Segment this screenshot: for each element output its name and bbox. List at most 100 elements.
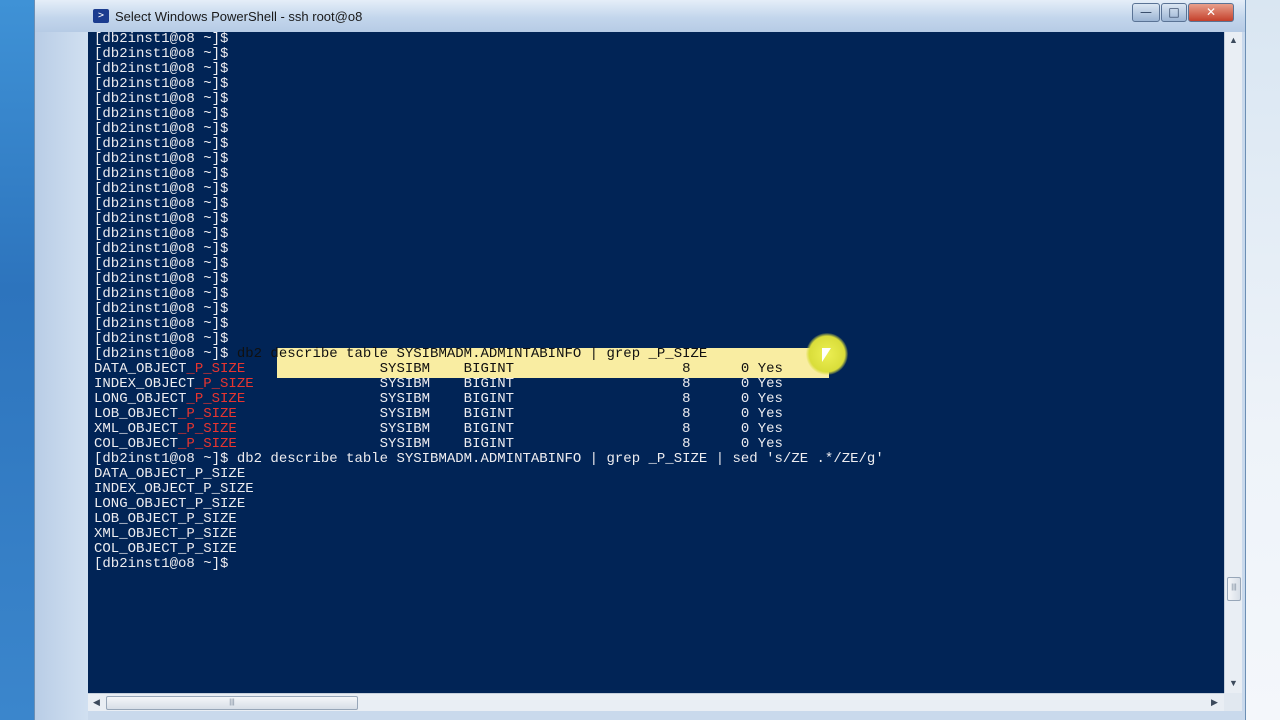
terminal-line: [db2inst1@o8 ~]$ (94, 287, 884, 302)
terminal-text: SYSIBM BIGINT 8 0 Yes (236, 436, 783, 452)
terminal-text: [db2inst1@o8 ~]$ (94, 241, 229, 257)
terminal-text: [db2inst1@o8 ~]$ db2 describe table SYSI… (94, 451, 884, 467)
terminal-text: SYSIBM BIGINT 8 0 Yes (236, 406, 783, 422)
terminal-line: [db2inst1@o8 ~]$ (94, 122, 884, 137)
terminal-text: [db2inst1@o8 ~]$ (94, 301, 229, 317)
terminal-line: LONG_OBJECT_P_SIZE (94, 497, 884, 512)
terminal-line: [db2inst1@o8 ~]$ (94, 317, 884, 332)
terminal-line: XML_OBJECT_P_SIZE SYSIBM BIGINT 8 0 Yes (94, 422, 884, 437)
terminal-text: [db2inst1@o8 ~]$ (94, 226, 229, 242)
terminal-text: DATA_OBJECT (94, 361, 187, 377)
highlighted-match: _P_SIZE (178, 436, 237, 452)
terminal-text: [db2inst1@o8 ~]$ (94, 32, 229, 47)
terminal-line: COL_OBJECT_P_SIZE SYSIBM BIGINT 8 0 Yes (94, 437, 884, 452)
terminal-text: COL_OBJECT (94, 436, 179, 452)
terminal-text: [db2inst1@o8 ~]$ (94, 46, 229, 62)
terminal-text: [db2inst1@o8 ~]$ (94, 76, 229, 92)
terminal-line: XML_OBJECT_P_SIZE (94, 527, 884, 542)
terminal-text: [db2inst1@o8 ~]$ (94, 316, 229, 332)
terminal-line: [db2inst1@o8 ~]$ (94, 137, 884, 152)
scroll-left-arrow-icon[interactable]: ◀ (88, 694, 105, 711)
terminal-line: [db2inst1@o8 ~]$ (94, 197, 884, 212)
horizontal-scrollbar[interactable]: ◀ ||| ▶ (88, 693, 1224, 711)
terminal-line: [db2inst1@o8 ~]$ (94, 557, 884, 572)
terminal-line: [db2inst1@o8 ~]$ (94, 257, 884, 272)
terminal-line: [db2inst1@o8 ~]$ (94, 182, 884, 197)
terminal-line: [db2inst1@o8 ~]$ (94, 242, 884, 257)
terminal-line: INDEX_OBJECT_P_SIZE (94, 482, 884, 497)
terminal-text: LOB_OBJECT (94, 406, 179, 422)
terminal-text: [db2inst1@o8 ~]$ (94, 136, 229, 152)
terminal-text: SYSIBM BIGINT 8 0 Yes (245, 391, 783, 407)
highlighted-match: _P_SIZE (186, 391, 246, 407)
terminal-text: INDEX_OBJECT (94, 376, 195, 392)
terminal-line: [db2inst1@o8 ~]$ (94, 47, 884, 62)
terminal-text: LONG_OBJECT (94, 391, 187, 407)
terminal-text: XML_OBJECT (94, 421, 179, 437)
terminal-text: [db2inst1@o8 ~]$ (94, 331, 229, 347)
terminal-line: LOB_OBJECT_P_SIZE (94, 512, 884, 527)
terminal-line: LONG_OBJECT_P_SIZE SYSIBM BIGINT 8 0 Yes (94, 392, 884, 407)
scroll-right-arrow-icon[interactable]: ▶ (1206, 694, 1223, 711)
terminal-console[interactable]: [db2inst1@o8 ~]$ [db2inst1@o8 ~]$ [db2inst… (88, 32, 1224, 693)
terminal-line: [db2inst1@o8 ~]$ (94, 212, 884, 227)
terminal-text: LOB_OBJECT_P_SIZE (94, 511, 237, 527)
minimize-button[interactable]: — (1132, 3, 1160, 22)
vertical-scroll-thumb[interactable]: ||| (1227, 577, 1241, 601)
desktop-background-right (1246, 0, 1280, 720)
highlighted-match: _P_SIZE (178, 421, 237, 437)
terminal-line: [db2inst1@o8 ~]$ db2 describe table SYSI… (94, 452, 884, 467)
terminal-text: [db2inst1@o8 ~]$ (94, 211, 229, 227)
window-title: Select Windows PowerShell - ssh root@o8 (115, 9, 363, 24)
terminal-text: [db2inst1@o8 ~]$ (94, 256, 229, 272)
terminal-line: INDEX_OBJECT_P_SIZE SYSIBM BIGINT 8 0 Ye… (94, 377, 884, 392)
vertical-scrollbar[interactable]: ▲ ||| ▼ (1224, 32, 1242, 693)
terminal-text: [db2inst1@o8 ~]$ (94, 181, 229, 197)
terminal-text: DATA_OBJECT_P_SIZE (94, 466, 246, 482)
terminal-text: [db2inst1@o8 ~]$ (94, 91, 229, 107)
terminal-text: SYSIBM BIGINT 8 0 Yes (253, 376, 783, 392)
terminal-text: [db2inst1@o8 ~]$ (94, 151, 229, 167)
terminal-text: SYSIBM BIGINT 8 0 Yes (236, 421, 783, 437)
size-grip[interactable] (1224, 693, 1242, 711)
terminal-text: XML_OBJECT_P_SIZE (94, 526, 237, 542)
powershell-icon: > (93, 9, 109, 23)
terminal-line: [db2inst1@o8 ~]$ (94, 332, 884, 347)
maximize-button[interactable]: □ (1161, 3, 1187, 22)
terminal-line: [db2inst1@o8 ~]$ (94, 152, 884, 167)
terminal-text: [db2inst1@o8 ~]$ (94, 556, 229, 572)
terminal-line: COL_OBJECT_P_SIZE (94, 542, 884, 557)
terminal-text: INDEX_OBJECT_P_SIZE (94, 481, 254, 497)
powershell-window: > Select Windows PowerShell - ssh root@o… (34, 0, 1246, 720)
terminal-text: [db2inst1@o8 ~]$ (94, 121, 229, 137)
terminal-text: [db2inst1@o8 ~]$ (94, 271, 229, 287)
terminal-line: [db2inst1@o8 ~]$ (94, 272, 884, 287)
terminal-text: [db2inst1@o8 ~]$ (94, 166, 229, 182)
scroll-up-arrow-icon[interactable]: ▲ (1225, 32, 1242, 49)
terminal-line: [db2inst1@o8 ~]$ (94, 167, 884, 182)
title-bar[interactable]: > Select Windows PowerShell - ssh root@o… (35, 0, 1245, 32)
terminal-line: [db2inst1@o8 ~]$ (94, 92, 884, 107)
close-button[interactable]: ✕ (1188, 3, 1234, 22)
highlighted-match: _P_SIZE (194, 376, 254, 392)
scroll-down-arrow-icon[interactable]: ▼ (1225, 675, 1242, 692)
mouse-pointer-icon (822, 348, 831, 362)
window-frame-left (35, 32, 88, 720)
terminal-line: [db2inst1@o8 ~]$ (94, 302, 884, 317)
terminal-line: DATA_OBJECT_P_SIZE (94, 467, 884, 482)
terminal-text: [db2inst1@o8 ~]$ (94, 346, 237, 362)
terminal-text: [db2inst1@o8 ~]$ (94, 106, 229, 122)
terminal-text: COL_OBJECT_P_SIZE (94, 541, 237, 557)
highlighted-match: _P_SIZE (178, 406, 237, 422)
terminal-line: [db2inst1@o8 ~]$ (94, 62, 884, 77)
terminal-text: [db2inst1@o8 ~]$ (94, 61, 229, 77)
terminal-line: [db2inst1@o8 ~]$ (94, 227, 884, 242)
window-frame-bottom (88, 711, 1245, 720)
terminal-line: DATA_OBJECT_P_SIZE SYSIBM BIGINT 8 0 Yes (94, 362, 884, 377)
terminal-text: [db2inst1@o8 ~]$ (94, 196, 229, 212)
terminal-line: [db2inst1@o8 ~]$ (94, 32, 884, 47)
horizontal-scroll-thumb[interactable]: ||| (106, 696, 358, 710)
desktop-background (0, 0, 34, 720)
terminal-line: LOB_OBJECT_P_SIZE SYSIBM BIGINT 8 0 Yes (94, 407, 884, 422)
terminal-text: SYSIBM BIGINT 8 0 Yes (245, 361, 783, 377)
